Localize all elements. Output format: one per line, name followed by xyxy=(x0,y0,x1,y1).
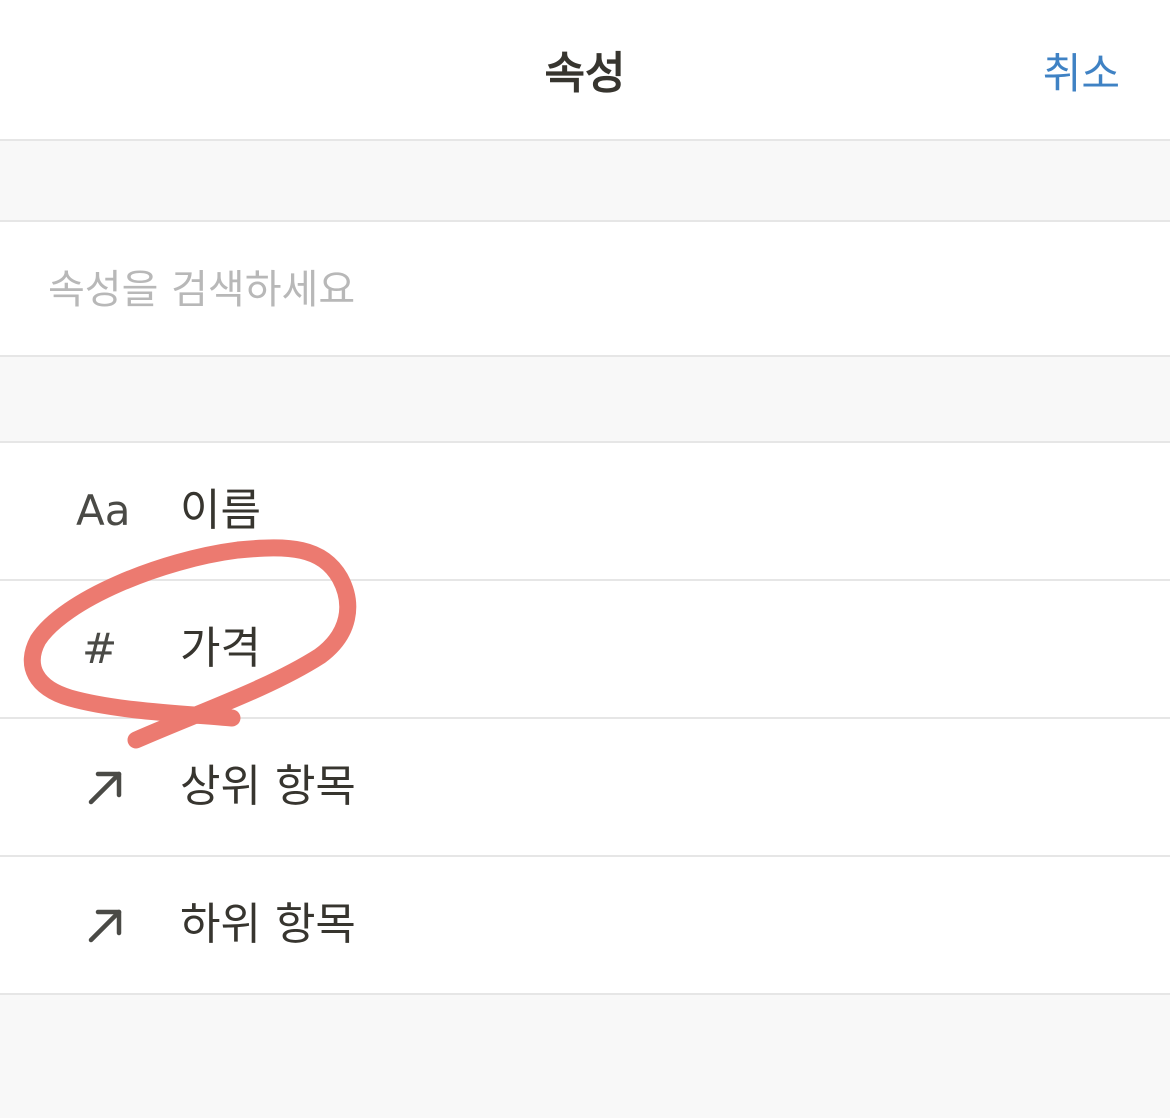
property-list: Aa 이름 # 가격 상위 항목 하위 항목 xyxy=(0,441,1170,995)
cancel-button[interactable]: 취소 xyxy=(1043,46,1120,102)
search-bar xyxy=(0,220,1170,357)
property-item-name[interactable]: Aa 이름 xyxy=(0,443,1170,581)
property-item-parent[interactable]: 상위 항목 xyxy=(0,719,1170,857)
property-item-price[interactable]: # 가격 xyxy=(0,581,1170,719)
relation-arrow-icon xyxy=(76,857,140,993)
property-label: 상위 항목 xyxy=(180,761,356,812)
section-spacer xyxy=(0,357,1170,441)
number-icon: # xyxy=(82,624,118,673)
property-item-child[interactable]: 하위 항목 xyxy=(0,857,1170,995)
page-title: 속성 xyxy=(544,48,626,99)
section-spacer xyxy=(0,141,1170,220)
top-bar: 속성 취소 xyxy=(0,0,1170,141)
relation-arrow-icon xyxy=(76,719,140,855)
text-icon: Aa xyxy=(76,486,131,535)
property-label: 이름 xyxy=(180,485,261,536)
search-input[interactable] xyxy=(48,260,1118,320)
property-label: 가격 xyxy=(180,623,261,674)
property-label: 하위 항목 xyxy=(180,899,356,950)
